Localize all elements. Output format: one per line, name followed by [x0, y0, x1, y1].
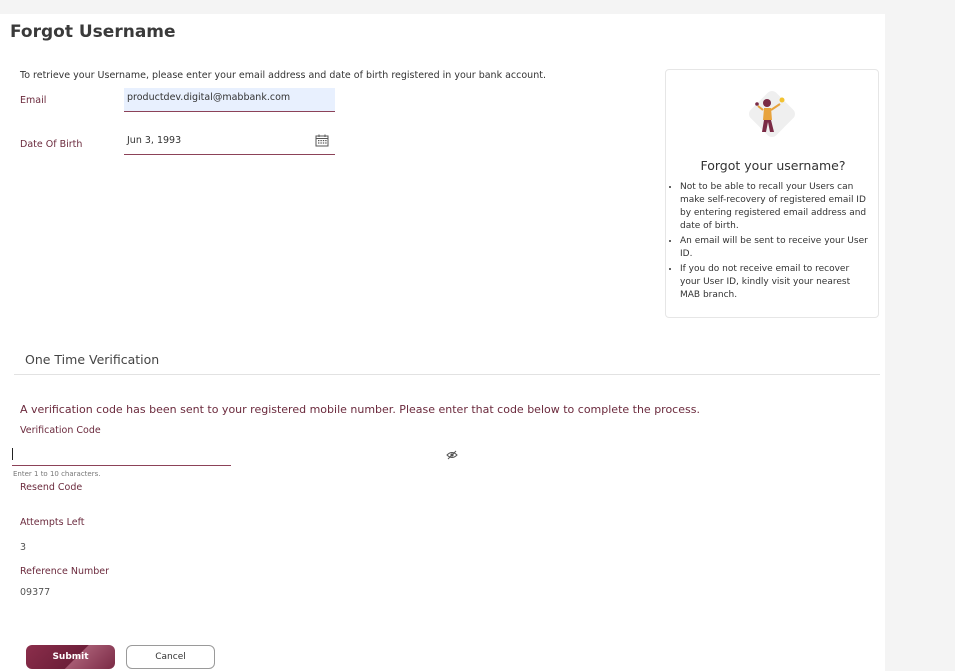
- verification-code-input[interactable]: [12, 446, 231, 466]
- code-hint: Enter 1 to 10 characters.: [13, 470, 101, 478]
- otp-section-title: One Time Verification: [25, 352, 160, 367]
- help-panel-title: Forgot your username?: [700, 158, 846, 173]
- help-list-item: Not to be able to recall your Users can …: [680, 181, 871, 233]
- dob-label: Date Of Birth: [20, 139, 83, 150]
- help-panel: Forgot your username? Not to be able to …: [665, 69, 879, 318]
- email-label: Email: [20, 95, 47, 106]
- eye-off-icon[interactable]: [446, 450, 458, 460]
- right-gutter: [885, 0, 955, 671]
- help-illustration: [749, 91, 795, 137]
- reference-number-value: 09377: [20, 587, 51, 598]
- page-title: Forgot Username: [10, 22, 176, 42]
- section-divider: [14, 374, 880, 375]
- resend-code-link[interactable]: Resend Code: [20, 482, 82, 493]
- reference-number-label: Reference Number: [20, 566, 110, 577]
- top-band: [0, 0, 885, 14]
- intro-text: To retrieve your Username, please enter …: [20, 70, 546, 81]
- cancel-button[interactable]: Cancel: [126, 645, 215, 669]
- attempts-left-value: 3: [20, 542, 27, 553]
- help-list: Not to be able to recall your Users can …: [666, 181, 871, 304]
- email-value: productdev.digital@mabbank.com: [127, 92, 291, 103]
- help-list-item: If you do not receive email to recover y…: [680, 263, 871, 302]
- text-caret: [12, 448, 13, 460]
- verification-code-label: Verification Code: [20, 425, 101, 436]
- otp-message: A verification code has been sent to you…: [20, 403, 700, 416]
- email-field[interactable]: productdev.digital@mabbank.com: [124, 88, 335, 112]
- submit-button[interactable]: Submit: [26, 645, 115, 669]
- attempts-left-label: Attempts Left: [20, 517, 85, 528]
- help-list-item: An email will be sent to receive your Us…: [680, 235, 871, 261]
- dob-field[interactable]: Jun 3, 1993: [124, 131, 335, 155]
- dob-value: Jun 3, 1993: [127, 135, 182, 146]
- calendar-icon[interactable]: [315, 134, 329, 147]
